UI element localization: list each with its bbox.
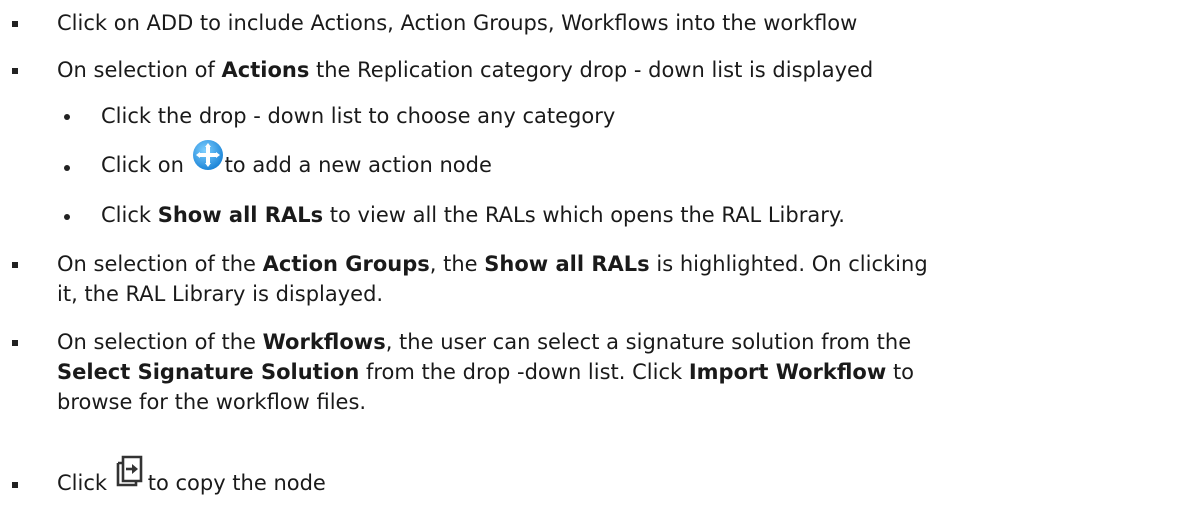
square-bullet [12,482,18,488]
round-bullet [64,114,70,120]
bullet-text-continued: it, the RAL Library is displayed. [57,282,384,306]
round-bullet [64,214,70,220]
sub-bullet-text: Click Show all RALs to view all the RALs… [101,203,845,227]
bullet-text-continued: Select Signature Solution from the drop … [57,360,915,384]
plus-circle-icon [191,138,225,181]
bullet-text: On selection of the Action Groups, the S… [57,252,928,276]
square-bullet [12,68,18,74]
round-bullet [64,165,70,171]
bullet-text: On selection of the Workflows, the user … [57,330,912,354]
bullet-text: On selection of Actions the Replication … [57,58,874,82]
sub-bullet-text: Click the drop - down list to choose any… [101,104,616,128]
bullet-text: Click to copy the node [57,455,326,499]
bullet-text: Click on ADD to include Actions, Action … [57,11,858,35]
square-bullet [12,21,18,27]
sub-bullet-text: Click on to add a new action node [101,139,492,181]
square-bullet [12,340,18,346]
copy-node-icon [114,454,148,497]
bullet-text-continued: browse for the workflow files. [57,390,367,414]
document: Click on ADD to include Actions, Action … [0,0,1178,524]
square-bullet [12,262,18,268]
